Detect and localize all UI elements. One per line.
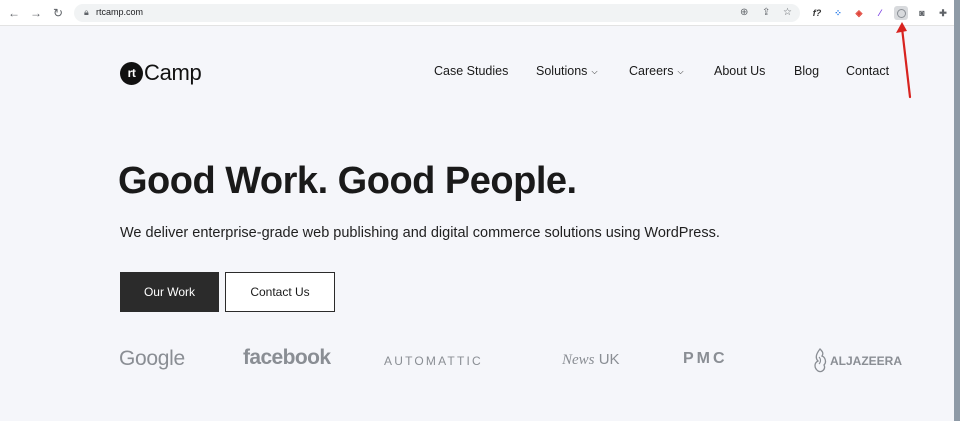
logo-rt-mark: rt bbox=[120, 61, 143, 85]
client-logo-pmc: PMC bbox=[683, 350, 728, 367]
nav-careers[interactable]: Careers ⌵ bbox=[629, 64, 684, 78]
client-logo-automattic: AUTOMATTIC bbox=[384, 354, 483, 368]
nav-blog[interactable]: Blog bbox=[794, 64, 819, 78]
hero-title: Good Work. Good People. bbox=[118, 160, 577, 202]
client-logo-aljazeera: ALJAZEERA bbox=[812, 348, 902, 374]
url-text[interactable]: rtcamp.com bbox=[96, 7, 143, 17]
browser-toolbar: ← → ↻ 🔒︎ rtcamp.com ⊕ ⇪ ☆ f? ⁘ ◈ ⁄ ◙ ✚ bbox=[0, 0, 960, 26]
our-work-button[interactable]: Our Work bbox=[120, 272, 219, 312]
nav-solutions[interactable]: Solutions ⌵ bbox=[536, 64, 598, 78]
lock-icon[interactable]: 🔒︎ bbox=[84, 7, 89, 18]
annotation-arrow-icon bbox=[896, 22, 912, 99]
nav-solutions-label: Solutions bbox=[536, 64, 588, 78]
install-app-icon[interactable]: ⊕ bbox=[740, 7, 748, 18]
client-logo-google: Google bbox=[119, 347, 185, 370]
rtcamp-logo[interactable]: rt Camp bbox=[120, 58, 202, 88]
client-logo-news-uk: News UK bbox=[562, 351, 620, 369]
share-icon[interactable]: ⇪ bbox=[762, 7, 770, 18]
client-logo-facebook: facebook bbox=[243, 346, 331, 369]
grid-extension-icon[interactable]: ⁘ bbox=[831, 6, 845, 20]
nav-contact[interactable]: Contact bbox=[846, 64, 889, 78]
reload-icon[interactable]: ↻ bbox=[50, 5, 66, 21]
nav-case-studies[interactable]: Case Studies bbox=[434, 64, 508, 78]
news-uk-uk: UK bbox=[598, 351, 620, 368]
forward-icon[interactable]: → bbox=[28, 5, 44, 21]
address-bar[interactable]: 🔒︎ rtcamp.com ⊕ ⇪ ☆ bbox=[74, 4, 800, 22]
nav-careers-label: Careers bbox=[629, 64, 674, 78]
news-uk-news: News bbox=[562, 352, 595, 368]
chevron-down-icon: ⌵ bbox=[591, 67, 598, 76]
hero-subtitle: We deliver enterprise-grade web publishi… bbox=[120, 225, 720, 241]
logo-wordmark: Camp bbox=[144, 60, 202, 85]
aljazeera-wordmark: ALJAZEERA bbox=[830, 354, 903, 368]
bookmark-star-icon[interactable]: ☆ bbox=[783, 7, 792, 18]
formula-extension-icon[interactable]: f? bbox=[810, 6, 824, 20]
red-extension-icon[interactable]: ◈ bbox=[852, 6, 866, 20]
nav-about[interactable]: About Us bbox=[714, 64, 765, 78]
window-frame bbox=[954, 0, 960, 421]
back-icon[interactable]: ← bbox=[6, 5, 22, 21]
circle-icon bbox=[896, 8, 906, 18]
contact-us-button[interactable]: Contact Us bbox=[225, 272, 335, 312]
chevron-down-icon: ⌵ bbox=[677, 67, 684, 76]
aljazeera-emblem-icon bbox=[814, 348, 827, 373]
pen-extension-icon[interactable]: ⁄ bbox=[873, 6, 887, 20]
puzzle-extension-icon[interactable]: ✚ bbox=[936, 6, 950, 20]
